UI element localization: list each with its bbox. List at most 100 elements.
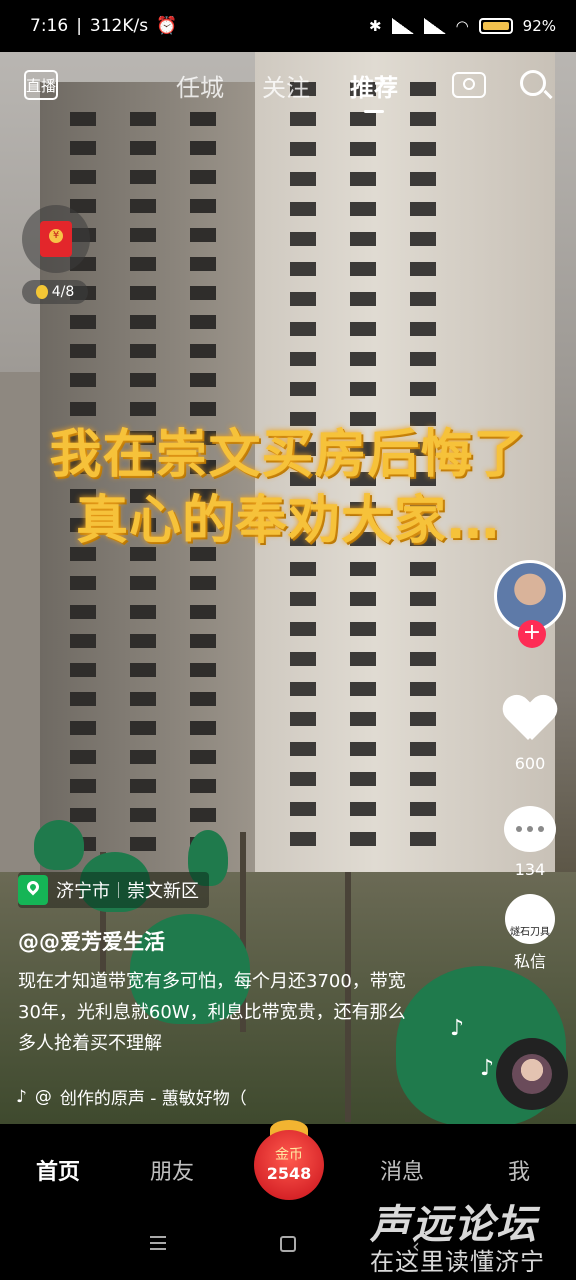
window (350, 262, 376, 276)
window (410, 592, 436, 606)
search-icon[interactable] (520, 70, 546, 96)
window (290, 262, 316, 276)
music-title: 创作的原声 - 蕙敏好物（ (59, 1089, 247, 1109)
window (130, 228, 156, 242)
window (70, 315, 96, 329)
window (130, 634, 156, 648)
window (70, 634, 96, 648)
window (70, 605, 96, 619)
tab-local[interactable]: 任城 (176, 68, 224, 103)
window (70, 170, 96, 184)
window (290, 832, 316, 846)
window (410, 382, 436, 396)
nav-messages[interactable]: 消息 (380, 1154, 424, 1186)
direct-message-button[interactable]: 燧石刀具 私信 (500, 894, 560, 972)
window (290, 772, 316, 786)
window (190, 576, 216, 590)
window (410, 772, 436, 786)
window (350, 142, 376, 156)
window (130, 373, 156, 387)
wifi-icon: ◠ (455, 17, 469, 35)
window (350, 652, 376, 666)
window (190, 663, 216, 677)
music-disc[interactable] (496, 1038, 568, 1110)
window (410, 802, 436, 816)
location-tag[interactable]: 济宁市 崇文新区 (18, 872, 209, 908)
heart-icon (504, 696, 556, 742)
window (130, 663, 156, 677)
comment-count: 134 (514, 860, 546, 879)
live-button[interactable]: 直播 (24, 70, 58, 100)
window (290, 652, 316, 666)
red-packet-button[interactable] (22, 205, 90, 273)
window (350, 742, 376, 756)
tab-recommended[interactable]: 推荐 (350, 68, 398, 113)
author-name[interactable]: @@爱芳爱生活 (18, 926, 165, 956)
window (410, 352, 436, 366)
window (410, 652, 436, 666)
battery-icon (478, 18, 513, 34)
window (350, 622, 376, 636)
music-note-icon: ♪ (16, 1086, 27, 1107)
clock: 7:16 (30, 16, 69, 36)
window (290, 172, 316, 186)
window (130, 576, 156, 590)
like-count: 600 (514, 754, 546, 773)
camera-icon[interactable] (452, 72, 486, 98)
window (130, 141, 156, 155)
window (130, 692, 156, 706)
window (130, 721, 156, 735)
window (350, 232, 376, 246)
window (410, 142, 436, 156)
gold-coin-button[interactable]: 金币 2548 (254, 1130, 324, 1200)
window (130, 605, 156, 619)
window (410, 562, 436, 576)
comment-button[interactable]: 134 (500, 806, 560, 879)
location-city: 济宁市 (56, 881, 110, 902)
window (410, 292, 436, 306)
window (410, 712, 436, 726)
gold-label: 金币 (275, 1147, 303, 1163)
top-navigation: 直播 任城 关注 推荐 (0, 52, 576, 118)
window (130, 170, 156, 184)
forum-watermark: 声远论坛 在这里读懂济宁 (370, 1202, 545, 1276)
window (130, 257, 156, 271)
window (130, 837, 156, 851)
window (190, 605, 216, 619)
network-speed: 312K/s (89, 16, 149, 36)
window (350, 712, 376, 726)
menu-icon[interactable] (150, 1236, 166, 1250)
window (350, 292, 376, 306)
window (190, 257, 216, 271)
window (130, 286, 156, 300)
nav-me[interactable]: 我 (508, 1154, 530, 1186)
status-bar: 7:16 | 312K/s ⏰ ✱ ◠ 92% (0, 0, 576, 52)
coin-icon (35, 285, 48, 299)
window (290, 232, 316, 246)
window (70, 750, 96, 764)
window (70, 576, 96, 590)
window (350, 382, 376, 396)
music-note-icon: ♪ (450, 1016, 465, 1041)
window (350, 172, 376, 186)
window (410, 682, 436, 696)
video-player[interactable] (0, 52, 576, 1124)
like-button[interactable]: 600 (500, 696, 560, 773)
bluetooth-icon: ✱ (368, 17, 382, 35)
window (190, 634, 216, 648)
location-district: 崇文新区 (127, 881, 199, 902)
nav-friends[interactable]: 朋友 (150, 1154, 194, 1186)
follow-plus-button[interactable]: + (518, 620, 546, 648)
window (290, 802, 316, 816)
window (290, 622, 316, 636)
covered-shrub (34, 820, 84, 870)
tab-following[interactable]: 关注 (262, 68, 310, 103)
nav-home[interactable]: 首页 (36, 1154, 80, 1186)
home-icon[interactable] (280, 1236, 296, 1252)
music-info[interactable]: ♪ @ 创作的原声 - 蕙敏好物（ (16, 1084, 247, 1110)
window (290, 712, 316, 726)
window (350, 682, 376, 696)
window (190, 344, 216, 358)
window (190, 750, 216, 764)
window (290, 322, 316, 336)
